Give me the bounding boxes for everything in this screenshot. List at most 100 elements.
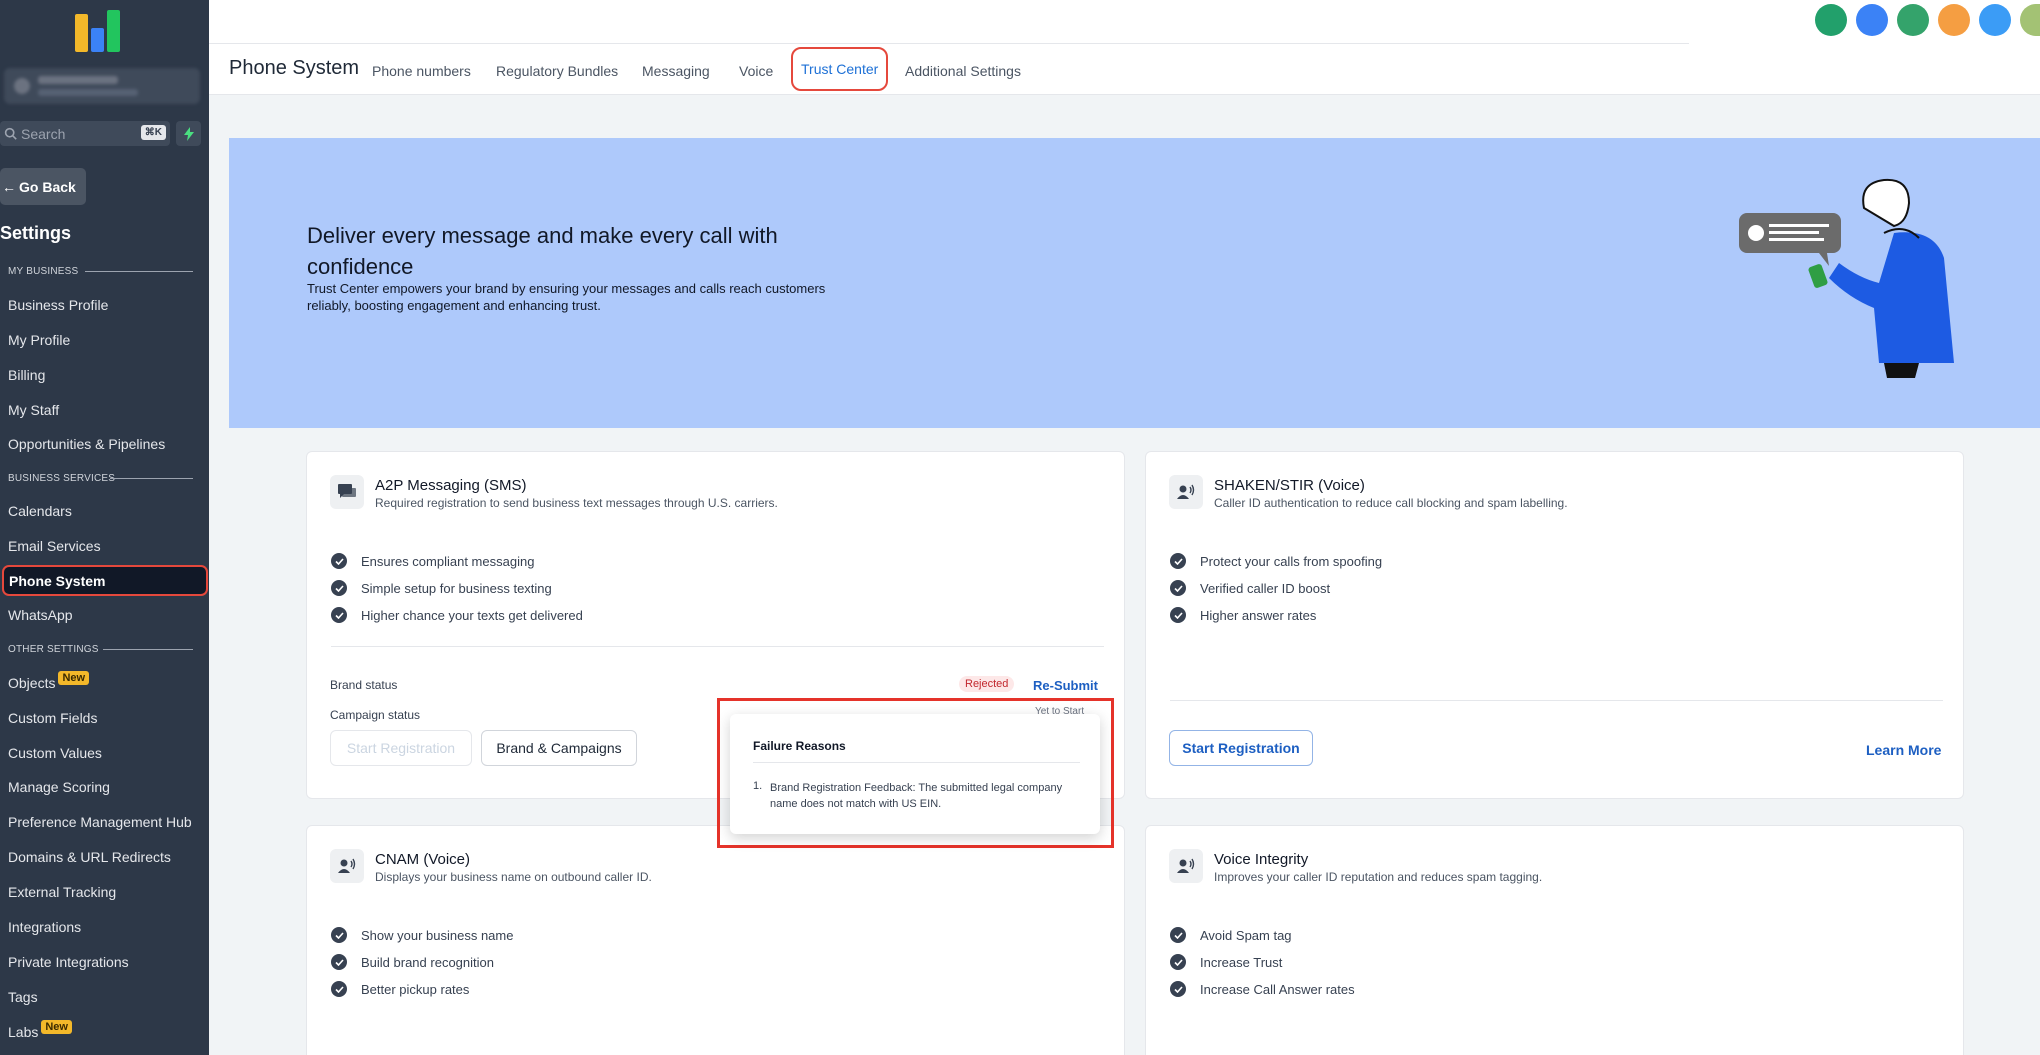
avatar[interactable] [2020,4,2040,36]
divider [209,43,1689,44]
card-title: Voice Integrity [1214,851,1309,868]
sidebar-item-billing[interactable]: Billing [8,367,45,383]
sidebar-item-domains[interactable]: Domains & URL Redirects [8,849,171,865]
quick-action-button[interactable] [176,121,201,146]
tab-messaging[interactable]: Messaging [642,63,710,79]
sidebar-item-my-staff[interactable]: My Staff [8,402,59,418]
feature-item: Avoid Spam tag [1170,927,1292,943]
feature-label: Simple setup for business texting [361,580,552,596]
sidebar-item-tags[interactable]: Tags [8,989,38,1005]
check-circle-icon [331,954,347,970]
learn-more-link[interactable]: Learn More [1866,742,1941,758]
sidebar-item-labs[interactable]: Labs New [8,1020,72,1040]
sidebar-item-custom-fields[interactable]: Custom Fields [8,710,97,726]
brand-campaigns-button[interactable]: Brand & Campaigns [481,730,637,766]
card-title: SHAKEN/STIR (Voice) [1214,477,1365,494]
section-business-services: BUSINESS SERVICES [8,473,116,484]
search-shortcut: ⌘K [140,125,166,140]
status-badge[interactable]: Rejected [959,676,1015,692]
section-my-business: MY BUSINESS [8,266,79,277]
sidebar-item-label: Labs [8,1024,39,1040]
tab-regulatory-bundles[interactable]: Regulatory Bundles [496,63,618,79]
tab-voice[interactable]: Voice [739,63,773,79]
notification-icon[interactable] [1897,4,1929,36]
reason-number: 1. [753,780,763,792]
feature-label: Higher answer rates [1200,607,1317,623]
check-circle-icon [1170,927,1186,943]
tab-additional-settings[interactable]: Additional Settings [905,63,1021,79]
arrow-left-icon: ← [2,178,16,195]
check-circle-icon [1170,981,1186,997]
search-icon [4,127,17,140]
sidebar-item-manage-scoring[interactable]: Manage Scoring [8,779,110,795]
failure-reasons-popover: Failure Reasons 1. Brand Registration Fe… [730,714,1100,834]
feature-label: Avoid Spam tag [1200,927,1292,943]
campaign-status-label: Campaign status [330,708,421,722]
feature-label: Higher chance your texts get delivered [361,607,583,623]
sidebar-item-calendars[interactable]: Calendars [8,503,72,519]
card-subtitle: Improves your caller ID reputation and r… [1214,870,1543,884]
feature-label: Increase Trust [1200,954,1283,970]
header-actions [1815,4,2040,36]
settings-title: Settings [0,223,72,243]
sidebar-item-objects[interactable]: Objects New [8,671,90,691]
check-circle-icon [1170,954,1186,970]
feature-label: Protect your calls from spoofing [1200,553,1383,569]
trust-center-banner: Deliver every message and make every cal… [229,138,2040,428]
sidebar-item-business-profile[interactable]: Business Profile [8,297,108,313]
edit-icon[interactable] [1856,4,1888,36]
search-input[interactable]: Search ⌘K [0,121,170,146]
start-registration-button[interactable]: Start Registration [1169,730,1313,766]
go-back-button[interactable]: ← Go Back [0,168,86,205]
failure-reason-text: Brand Registration Feedback: The submitt… [770,782,1063,810]
card-subtitle: Displays your business name on outbound … [375,870,652,884]
voice-user-icon [1169,849,1203,883]
check-circle-icon [331,580,347,596]
card-title: CNAM (Voice) [375,851,471,868]
check-circle-icon [331,607,347,623]
sidebar-item-integrations[interactable]: Integrations [8,919,81,935]
sidebar-item-preference-hub[interactable]: Preference Management Hub [8,814,192,830]
feature-item: Show your business name [331,927,513,943]
sidebar-item-whatsapp[interactable]: WhatsApp [8,607,73,623]
feature-label: Increase Call Answer rates [1200,981,1355,997]
check-circle-icon [1170,553,1186,569]
feature-item: Ensures compliant messaging [331,553,534,569]
feature-item: Higher answer rates [1170,607,1316,623]
account-switcher[interactable] [4,68,200,104]
chat-icon [330,475,364,509]
tab-trust-center[interactable]: Trust Center [791,47,889,91]
search-placeholder: Search [21,125,66,142]
app-logo[interactable] [75,10,123,52]
sidebar-item-external-tracking[interactable]: External Tracking [8,884,116,900]
start-registration-button[interactable]: Start Registration [330,730,472,766]
sidebar-item-email-services[interactable]: Email Services [8,538,101,554]
sidebar: Search ⌘K ← Go Back Settings MY BUSINESS… [0,0,209,1055]
divider [331,646,1104,647]
page-title: Phone System [229,57,360,79]
go-back-label: Go Back [19,178,76,195]
resubmit-link[interactable]: Re-Submit [1033,678,1098,693]
phone-icon[interactable] [1815,4,1847,36]
divider [103,649,193,650]
check-circle-icon [1170,607,1186,623]
sidebar-item-opportunities[interactable]: Opportunities & Pipelines [8,436,165,452]
feature-label: Show your business name [361,927,514,943]
feature-item: Protect your calls from spoofing [1170,553,1382,569]
divider [753,762,1080,763]
card-subtitle: Required registration to send business t… [375,496,778,510]
sidebar-item-label: Objects [8,675,56,691]
new-badge: New [58,671,90,685]
sidebar-item-phone-system[interactable]: Phone System [2,565,208,596]
sidebar-item-custom-values[interactable]: Custom Values [8,745,102,761]
new-badge: New [41,1020,72,1034]
banner-description: Trust Center empowers your brand by ensu… [307,281,826,313]
feature-item: Higher chance your texts get delivered [331,607,583,623]
megaphone-icon[interactable] [1938,4,1970,36]
top-header: Phone System Phone numbers Regulatory Bu… [209,0,2040,95]
sidebar-item-my-profile[interactable]: My Profile [8,332,70,348]
section-other-settings: OTHER SETTINGS [8,644,99,655]
help-icon[interactable] [1979,4,2011,36]
tab-phone-numbers[interactable]: Phone numbers [372,63,471,79]
sidebar-item-private-integrations[interactable]: Private Integrations [8,954,129,970]
